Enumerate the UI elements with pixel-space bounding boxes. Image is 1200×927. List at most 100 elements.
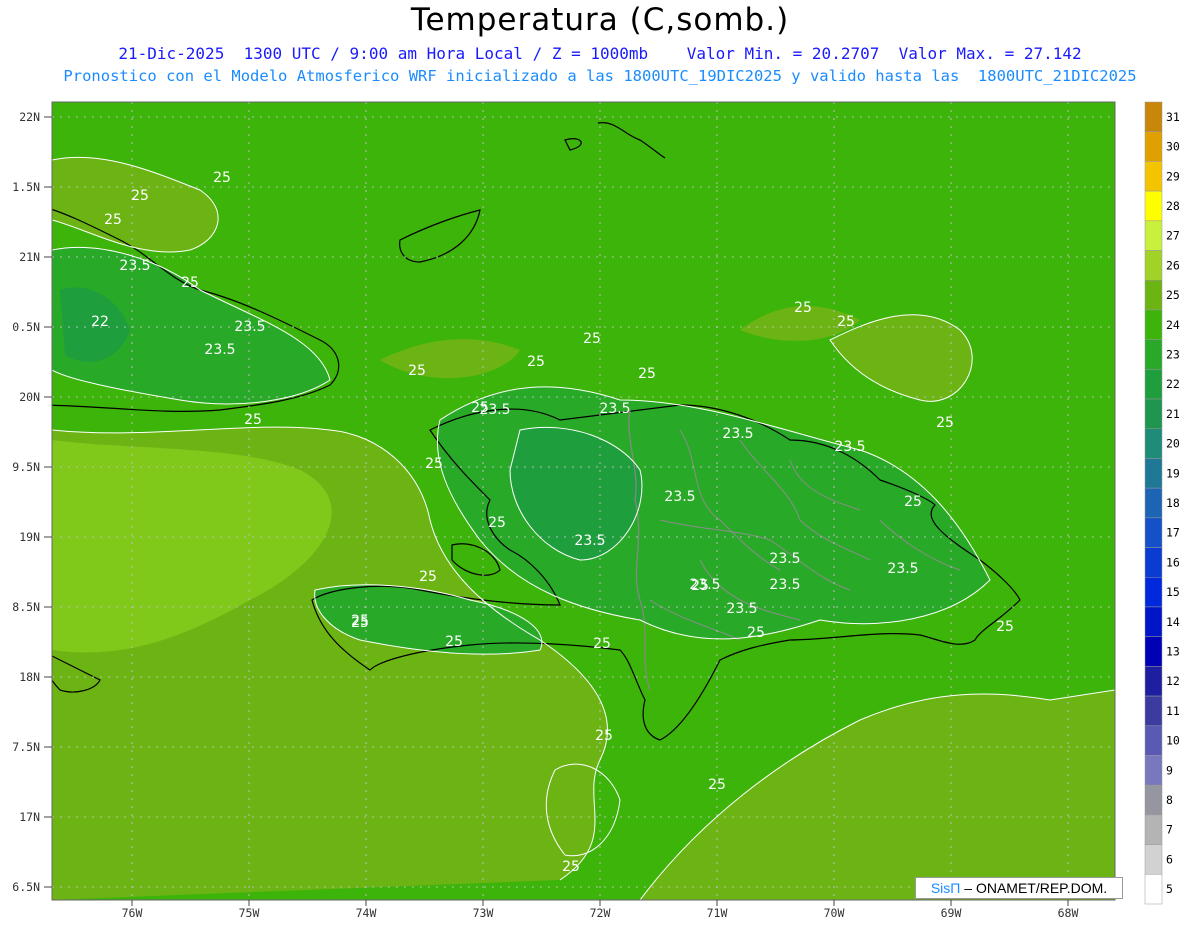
lon-label: 70W	[824, 906, 845, 920]
lat-label: 18N	[19, 670, 40, 684]
lat-label: 8.5N	[12, 600, 40, 614]
lon-label: 71W	[707, 906, 728, 920]
colorbar-swatch	[1144, 309, 1163, 340]
colorbar-label: 11	[1166, 704, 1180, 718]
colorbar-label: 28	[1166, 199, 1180, 213]
contour-label: 23.5	[574, 533, 605, 549]
contour-label: 23.5	[234, 319, 265, 335]
colorbar-swatch	[1144, 784, 1163, 816]
contour-label: 23.5	[769, 551, 800, 567]
contour-label: 25	[351, 613, 369, 629]
colorbar-label: 26	[1166, 258, 1180, 272]
colorbar-label: 5	[1166, 882, 1173, 896]
contour-label: 25	[419, 569, 437, 585]
longitude-axis: 76W 75W 74W 73W 72W 71W 70W 69W 68W	[122, 900, 1079, 920]
colorbar-swatch	[1144, 458, 1163, 489]
contour-label: 25	[593, 636, 611, 652]
lon-label: 76W	[122, 906, 143, 920]
colorbar-swatch	[1144, 517, 1163, 548]
colorbar-label: 14	[1166, 615, 1180, 629]
latitude-axis: 22N 1.5N 21N 0.5N 20N 9.5N 19N 8.5N 18N 7.5N 17N 6.…	[12, 110, 52, 894]
colorbar-swatch	[1144, 398, 1163, 429]
contour-label: 25	[996, 619, 1014, 635]
lon-label: 75W	[239, 906, 260, 920]
colorbar-swatch	[1144, 666, 1163, 697]
lon-label: 68W	[1058, 906, 1079, 920]
contour-label: 25	[488, 515, 506, 531]
colorbar-swatch	[1144, 547, 1163, 578]
colorbar-label: 6	[1166, 852, 1173, 866]
contour-label: 25	[837, 314, 855, 330]
contour-label: 23.5	[119, 258, 150, 274]
contour-label: 25	[794, 300, 812, 316]
contour-label: 23.5	[722, 426, 753, 442]
colorbar-label: 20	[1166, 437, 1180, 451]
contour-label: 25	[904, 494, 922, 510]
contour-label: 25	[471, 400, 489, 416]
colorbar-swatch	[1144, 369, 1163, 400]
contour-label: 25	[527, 354, 545, 370]
colorbar-swatch	[1144, 161, 1163, 192]
map-field: 25 25 25 23.5 25 23.5 23.5 22 25 25 25 25 25 25 25 23.5…	[52, 102, 1115, 900]
contour-label: 25	[691, 578, 709, 594]
contour-label: 23.5	[726, 601, 757, 617]
colorbar-label: 8	[1166, 793, 1173, 807]
lat-label: 0.5N	[12, 320, 40, 334]
colorbar-label: 25	[1166, 288, 1180, 302]
credit-box: SisΠ – ONAMET/REP.DOM.	[915, 877, 1123, 899]
contour-label: 25	[595, 728, 613, 744]
contour-label: 25	[425, 456, 443, 472]
contour-label: 25	[708, 777, 726, 793]
lat-label: 21N	[19, 250, 40, 264]
contour-label: 22	[91, 314, 109, 330]
colorbar-label: 10	[1166, 734, 1180, 748]
lon-label: 72W	[590, 906, 611, 920]
colorbar-label: 29	[1166, 169, 1180, 183]
colorbar-label: 12	[1166, 674, 1180, 688]
colorbar-swatch	[1144, 606, 1163, 637]
temperature-map: 25 25 25 23.5 25 23.5 23.5 22 25 25 25 25 25 25 25 23.5…	[12, 101, 1180, 920]
lat-label: 9.5N	[12, 460, 40, 474]
colorbar-swatch	[1144, 220, 1163, 251]
colorbar-swatch	[1144, 695, 1163, 727]
contour-label: 25	[181, 275, 199, 291]
contour-label: 23.5	[204, 342, 235, 358]
colorbar-swatch	[1144, 428, 1163, 459]
lat-label: 17N	[19, 810, 40, 824]
colorbar-swatch	[1144, 190, 1163, 222]
contour-label: 23.5	[834, 439, 865, 455]
contour-label: 25	[104, 212, 122, 228]
lat-label: 6.5N	[12, 880, 40, 894]
colorbar-label: 7	[1166, 823, 1173, 837]
colorbar-swatch	[1144, 725, 1163, 756]
lat-label: 1.5N	[12, 180, 40, 194]
lon-label: 73W	[473, 906, 494, 920]
lat-label: 22N	[19, 110, 40, 124]
colorbar-label: 9	[1166, 763, 1173, 777]
colorbar-label: 21	[1166, 407, 1180, 421]
contour-label: 25	[408, 363, 426, 379]
colorbar-label: 13	[1166, 645, 1180, 659]
color-scale-legend: 31 30 29 28 27 26 25 24 23 22 21 20 19 18 17 16 15 14 13 12…	[1144, 101, 1180, 905]
colorbar-label: 16	[1166, 555, 1180, 569]
colorbar-swatch	[1144, 101, 1163, 132]
contour-label: 25	[936, 415, 954, 431]
contour-label: 25	[445, 634, 463, 650]
contour-label: 25	[562, 859, 580, 875]
colorbar-label: 18	[1166, 496, 1180, 510]
lon-label: 69W	[941, 906, 962, 920]
contour-label: 25	[638, 366, 656, 382]
colorbar-swatch	[1144, 131, 1163, 162]
contour-label: 23.5	[887, 561, 918, 577]
colorbar-swatch	[1144, 279, 1163, 311]
colorbar-swatch	[1144, 636, 1163, 667]
colorbar-label: 17	[1166, 526, 1180, 540]
colorbar-label: 23	[1166, 347, 1180, 361]
contour-label: 25	[213, 170, 231, 186]
colorbar-swatch	[1144, 487, 1163, 519]
colorbar-swatch	[1144, 874, 1163, 905]
contour-label: 25	[583, 331, 601, 347]
colorbar-swatch	[1144, 844, 1163, 875]
colorbar-label: 30	[1166, 140, 1180, 154]
colorbar-label: 15	[1166, 585, 1180, 599]
